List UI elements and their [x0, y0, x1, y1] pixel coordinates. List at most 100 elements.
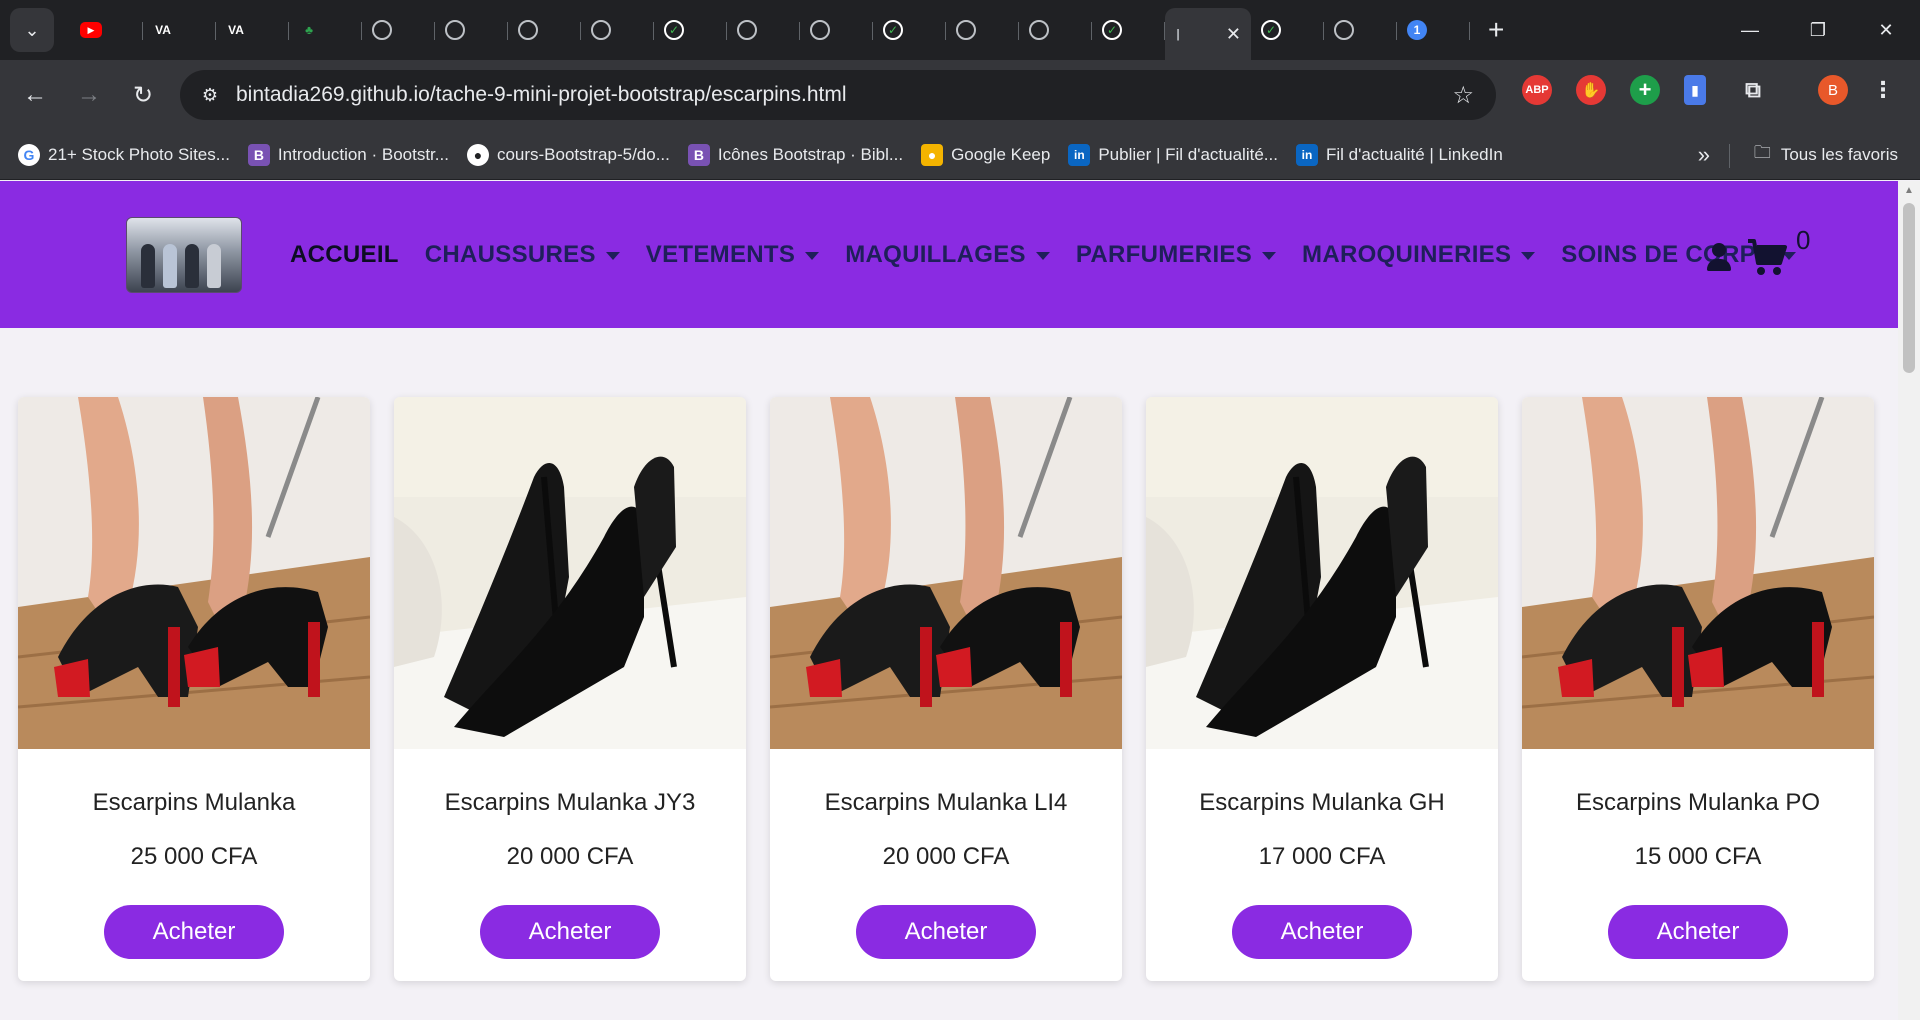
globe-icon [518, 20, 538, 40]
nav-dropdown-vetements[interactable]: VETEMENTS [646, 241, 820, 269]
browser-tab[interactable] [581, 8, 654, 52]
stop-hand-icon[interactable]: ✋ [1576, 75, 1606, 105]
site-navbar: ACCUEIL CHAUSSURES VETEMENTS MAQUILLAGES… [0, 181, 1898, 328]
product-card: Escarpins Mulanka LI4 20 000 CFA Acheter [770, 397, 1122, 981]
bookmark-6[interactable]: in Fil d'actualité | LinkedIn [1295, 143, 1503, 166]
chrome-notification-icon: 1 [1407, 20, 1427, 40]
bookmark-5[interactable]: in Publier | Fil d'actualité... [1068, 143, 1278, 166]
scrollbar-thumb[interactable] [1903, 203, 1915, 373]
plus-circle-icon[interactable]: + [1630, 75, 1660, 105]
browser-tab[interactable]: ✓ [873, 8, 946, 52]
browser-tab[interactable]: ▶ [70, 8, 143, 52]
browser-tab[interactable]: ✓ [1092, 8, 1165, 52]
browser-tab[interactable]: ✓ [1251, 8, 1324, 52]
buy-button[interactable]: Acheter [856, 905, 1036, 959]
red-sole-pumps-image [18, 397, 370, 749]
product-card: Escarpins Mulanka PO 15 000 CFA Acheter [1522, 397, 1874, 981]
product-name: Escarpins Mulanka JY3 [444, 789, 696, 816]
nav-dropdown-chaussures[interactable]: CHAUSSURES [425, 241, 620, 269]
close-icon[interactable]: ✕ [1226, 24, 1241, 45]
product-name: Escarpins Mulanka [92, 789, 296, 816]
browser-tab[interactable] [800, 8, 873, 52]
product-price: 20 000 CFA [506, 843, 634, 870]
scroll-up-arrow-icon[interactable]: ▲ [1904, 185, 1914, 196]
globe-icon [1029, 20, 1049, 40]
github-icon: ✓ [1261, 20, 1281, 40]
globe-icon [591, 20, 611, 40]
red-sole-pumps-image [770, 397, 1122, 749]
docs-extension-icon[interactable]: ▮ [1684, 75, 1706, 105]
browser-tab[interactable]: VA [216, 8, 289, 52]
kebab-menu-icon[interactable]: ⋮ [1868, 75, 1898, 105]
browser-tab[interactable] [946, 8, 1019, 52]
page-scrollbar[interactable]: ▲ [1898, 181, 1920, 1020]
nav-home-link[interactable]: ACCUEIL [290, 241, 399, 269]
buy-button[interactable]: Acheter [1232, 905, 1412, 959]
profile-avatar[interactable]: B [1818, 75, 1848, 105]
red-sole-pumps-image [1522, 397, 1874, 749]
browser-tab[interactable]: 1 [1397, 8, 1470, 52]
product-image[interactable] [1522, 397, 1874, 749]
bookmark-0[interactable]: G 21+ Stock Photo Sites... [18, 143, 230, 166]
product-name: Escarpins Mulanka LI4 [824, 789, 1068, 816]
buy-button[interactable]: Acheter [104, 905, 284, 959]
browser-tab[interactable] [1019, 8, 1092, 52]
browser-tab[interactable] [435, 8, 508, 52]
buy-button[interactable]: Acheter [480, 905, 660, 959]
browser-tab[interactable]: VA [143, 8, 216, 52]
product-name: Escarpins Mulanka PO [1575, 789, 1821, 816]
nav-dropdown-parfumeries[interactable]: PARFUMERIES [1076, 241, 1277, 269]
product-card: Escarpins Mulanka GH 17 000 CFA Acheter [1146, 397, 1498, 981]
page-viewport: ACCUEIL CHAUSSURES VETEMENTS MAQUILLAGES… [0, 181, 1898, 1020]
browser-tab[interactable] [1324, 8, 1397, 52]
bookmark-3[interactable]: B Icônes Bootstrap · Bibl... [687, 143, 903, 166]
new-tab-button[interactable]: + [1488, 14, 1504, 46]
globe-icon [372, 20, 392, 40]
globe-icon [1334, 20, 1354, 40]
browser-tab[interactable] [508, 8, 581, 52]
nav-dropdown-maroquineries[interactable]: MAROQUINERIES [1302, 241, 1536, 269]
site-info-icon[interactable]: ⚙ [190, 85, 230, 106]
minimize-icon[interactable]: — [1716, 20, 1784, 41]
all-bookmarks-button[interactable]: 🗀 Tous les favoris [1754, 140, 1898, 169]
globe-icon [810, 20, 830, 40]
tab-list: ▶ VA VA ♣ ✓ ✓ ✓ | ✕ ✓ 1 [70, 0, 1470, 60]
product-image[interactable] [1146, 397, 1498, 749]
bookmark-1[interactable]: B Introduction · Bootstr... [247, 143, 449, 166]
forward-arrow-icon[interactable]: → [62, 81, 116, 109]
puzzle-icon[interactable]: ⧉ [1738, 75, 1768, 105]
close-window-icon[interactable]: ✕ [1852, 20, 1920, 41]
product-image[interactable] [18, 397, 370, 749]
bookmark-2[interactable]: ● cours-Bootstrap-5/do... [466, 143, 670, 166]
restore-icon[interactable]: ❐ [1784, 20, 1852, 41]
more-bookmarks-icon[interactable]: » [1698, 142, 1710, 168]
back-arrow-icon[interactable]: ← [8, 81, 62, 109]
address-bar[interactable]: ⚙ bintadia269.github.io/tache-9-mini-pro… [180, 70, 1496, 120]
browser-toolbar: ← → ↻ ⚙ bintadia269.github.io/tache-9-mi… [0, 60, 1920, 130]
active-browser-tab[interactable]: | ✕ [1165, 8, 1251, 60]
browser-tab[interactable]: ✓ [654, 8, 727, 52]
nav-icons: 0 [1706, 225, 1810, 277]
browser-tab[interactable] [362, 8, 435, 52]
url-text[interactable]: bintadia269.github.io/tache-9-mini-proje… [236, 83, 847, 107]
bookmarks-bar: G 21+ Stock Photo Sites... B Introduction … [0, 130, 1920, 180]
bookmark-star-icon[interactable]: ☆ [1452, 81, 1474, 110]
product-image[interactable] [770, 397, 1122, 749]
product-image[interactable] [394, 397, 746, 749]
shopping-cart-icon[interactable] [1746, 237, 1788, 277]
browser-tab[interactable] [727, 8, 800, 52]
tab-search-button[interactable]: ⌄ [10, 8, 54, 52]
browser-tab[interactable]: ♣ [289, 8, 362, 52]
nav-dropdown-maquillages[interactable]: MAQUILLAGES [845, 241, 1050, 269]
buy-button[interactable]: Acheter [1608, 905, 1788, 959]
user-icon[interactable] [1706, 241, 1732, 275]
bookmark-4[interactable]: ● Google Keep [921, 143, 1050, 166]
github-icon: ● [466, 143, 489, 166]
site-logo[interactable] [126, 217, 242, 293]
reload-icon[interactable]: ↻ [116, 81, 170, 110]
adblock-icon[interactable]: ABP [1522, 75, 1552, 105]
globe-icon [956, 20, 976, 40]
window-controls: — ❐ ✕ [1716, 0, 1920, 60]
google-icon: G [18, 143, 40, 166]
black-pointed-pumps-image [1146, 397, 1498, 749]
